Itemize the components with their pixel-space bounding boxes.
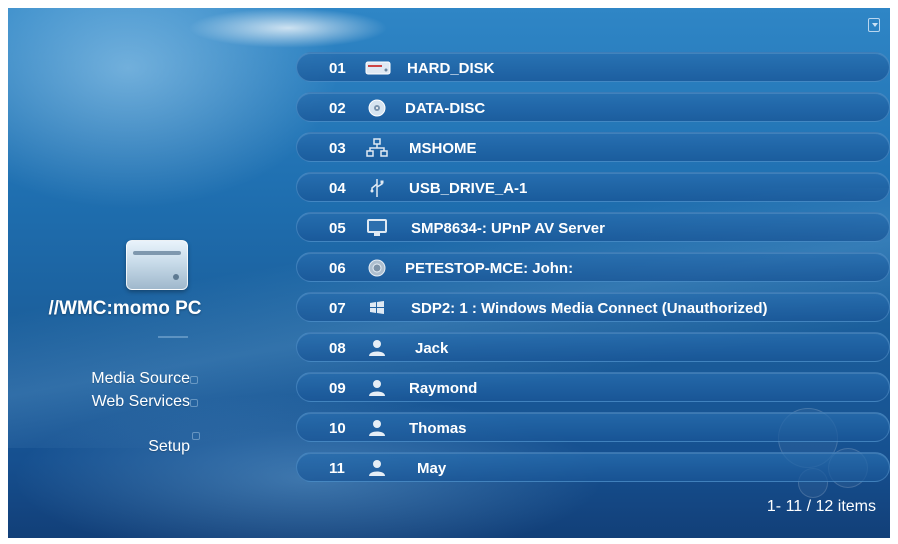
row-label: Raymond (409, 380, 478, 397)
windows-icon (365, 298, 389, 318)
dropdown-icon[interactable] (868, 18, 880, 32)
user-icon (365, 338, 389, 358)
menu-marker (192, 432, 200, 440)
row-label: HARD_DISK (407, 60, 495, 77)
user-icon (365, 378, 389, 398)
list-item[interactable]: 07 SDP2: 1 : Windows Media Connect (Unau… (296, 292, 890, 322)
row-number: 07 (329, 300, 346, 317)
disc-icon (365, 98, 389, 118)
hard-disk-icon (365, 58, 391, 78)
row-number: 06 (329, 260, 346, 277)
media-center-icon (365, 258, 389, 278)
row-label: USB_DRIVE_A-1 (409, 180, 528, 197)
menu-item-web-services[interactable]: Web Services (92, 393, 190, 411)
row-number: 05 (329, 220, 346, 237)
row-number: 02 (329, 100, 346, 117)
row-number: 11 (329, 460, 345, 477)
row-label: May (417, 460, 447, 477)
list-item[interactable]: 08 Jack (296, 332, 890, 362)
top-glow (188, 8, 388, 48)
row-label: Jack (415, 340, 449, 357)
hard-disk-device-icon (126, 240, 188, 290)
list-item[interactable]: 09 Raymond (296, 372, 890, 402)
menu-item-setup[interactable]: Setup (148, 438, 190, 456)
list-item[interactable]: 02 DATA-DISC (296, 92, 890, 122)
row-number: 03 (329, 140, 346, 157)
media-player-screen: //WMC:momo PC Media Source Web Services … (8, 8, 890, 538)
monitor-icon (365, 218, 389, 238)
list-item[interactable]: 03 MSHOME (296, 132, 890, 162)
row-label: DATA-DISC (405, 100, 486, 117)
list-item[interactable]: 01 HARD_DISK (296, 52, 890, 82)
row-label: SDP2: 1 : Windows Media Connect (Unautho… (411, 300, 768, 317)
row-label: PETESTOP-MCE: John: (405, 260, 574, 277)
list-item[interactable]: 11 May (296, 452, 890, 482)
menu-marker (190, 399, 198, 407)
list-item[interactable]: 06 PETESTOP-MCE: John: (296, 252, 890, 282)
row-label: Thomas (409, 420, 467, 437)
list-item[interactable]: 05 SMP8634-: UPnP AV Server (296, 212, 890, 242)
row-number: 10 (329, 420, 346, 437)
menu-marker (190, 376, 198, 384)
device-title: //WMC:momo PC (48, 298, 202, 319)
user-icon (365, 418, 389, 438)
row-number: 08 (329, 340, 346, 357)
list-item[interactable]: 10 Thomas (296, 412, 890, 442)
row-number: 04 (329, 180, 346, 197)
user-icon (365, 458, 389, 478)
row-number: 09 (329, 380, 346, 397)
title-divider (158, 336, 188, 338)
network-icon (365, 138, 389, 158)
row-label: SMP8634-: UPnP AV Server (411, 220, 605, 237)
list-item[interactable]: 04 USB_DRIVE_A-1 (296, 172, 890, 202)
usb-icon (365, 178, 389, 198)
menu-item-media-source[interactable]: Media Source (91, 370, 190, 388)
row-label: MSHOME (409, 140, 477, 157)
row-number: 01 (329, 60, 346, 77)
item-count: 1- 11 / 12 items (766, 498, 876, 515)
